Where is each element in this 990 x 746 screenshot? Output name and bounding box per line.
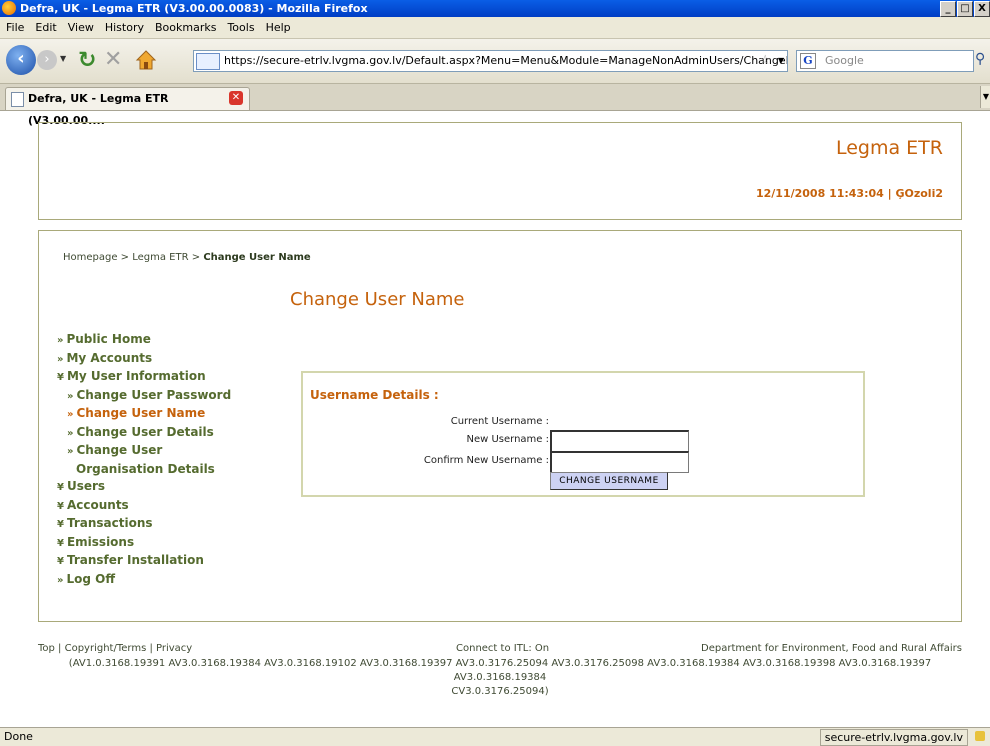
page-identity-icon[interactable] [196,53,220,70]
menu-history[interactable]: History [99,17,149,34]
maximize-button[interactable]: □ [957,1,973,17]
search-input[interactable]: Google [825,51,864,71]
tab-bar: Defra, UK - Legma ETR (V3.00.00.... ✕ [0,84,990,127]
search-icon[interactable]: ⚲ [975,51,985,67]
breadcrumb: Homepage > Legma ETR > Change User Name [63,252,311,263]
change-username-button[interactable]: CHANGE USERNAME [550,472,668,490]
nav-transfer-installation[interactable]: ¥ Transfer Installation [57,552,257,571]
menu-bookmarks[interactable]: Bookmarks [149,17,221,34]
minimize-button[interactable]: _ [940,1,956,17]
nav-public-home[interactable]: » Public Home [57,331,257,350]
nav-change-user-name[interactable]: » Change User Name [57,405,257,424]
footer-links[interactable]: Top | Copyright/Terms | Privacy [38,643,192,654]
menu-view[interactable]: View [62,17,99,34]
nav-users[interactable]: ¥ Users [57,478,257,497]
reload-icon[interactable]: ↻ [78,48,96,73]
nav-transactions[interactable]: ¥ Transactions [57,515,257,534]
form-heading: Username Details : [310,388,439,402]
version-info: (AV1.0.3168.19391 AV3.0.3168.19384 AV3.0… [38,657,962,699]
page-title: Change User Name [290,289,465,310]
confirm-username-label: Confirm New Username : [423,455,549,466]
confirm-username-input[interactable] [550,451,689,473]
window-title: Defra, UK - Legma ETR (V3.00.00.0083) - … [20,2,368,15]
home-icon[interactable] [135,49,157,71]
menu-file[interactable]: File [0,17,29,34]
firefox-icon [2,1,16,15]
sidebar-nav: » Public Home » My Accounts ¥ My User Infor… [57,331,257,589]
nav-change-user-organisation-details-line2[interactable]: Organisation Details [57,461,257,479]
nav-emissions[interactable]: ¥ Emissions [57,534,257,553]
breadcrumb-current: Change User Name [203,252,311,263]
breadcrumb-path[interactable]: Homepage > Legma ETR > [63,252,203,263]
tab-legma-etr[interactable]: Defra, UK - Legma ETR (V3.00.00.... ✕ [5,87,250,127]
page-icon [11,92,24,107]
nav-change-user-organisation-details[interactable]: » Change User [57,442,257,461]
itl-status: Connect to ITL: On [456,643,550,654]
site-host[interactable]: secure-etrlv.lvgma.gov.lv [819,729,968,746]
nav-my-user-information[interactable]: ¥ My User Information [57,368,257,387]
main-content: Homepage > Legma ETR > Change User Name … [38,230,962,622]
nav-change-user-password[interactable]: » Change User Password [57,387,257,406]
window-titlebar: Defra, UK - Legma ETR (V3.00.00.0083) - … [0,0,990,17]
back-button[interactable]: ‹ [6,45,36,75]
nav-accounts[interactable]: ¥ Accounts [57,497,257,516]
search-engine-icon[interactable]: G [800,53,816,69]
menu-edit[interactable]: Edit [29,17,61,34]
bookmark-star-icon[interactable]: ☆ [759,51,771,71]
version-line-1: (AV1.0.3168.19391 AV3.0.3168.19384 AV3.0… [68,658,932,683]
new-username-input[interactable] [550,430,689,452]
close-tab-icon[interactable]: ✕ [229,91,243,105]
nav-log-off[interactable]: » Log Off [57,571,257,590]
session-timestamp-user: 12/11/2008 11:43:04 | ĢOzoli2 [755,187,943,200]
url-dropdown-icon[interactable]: ▼ [778,51,784,71]
menu-help[interactable]: Help [260,17,296,34]
version-line-2: CV3.0.3176.25094) [451,686,549,697]
username-details-form: Username Details : Current Username : Ne… [301,371,865,497]
stop-icon[interactable]: ✕ [104,47,122,72]
close-window-button[interactable]: X [974,1,990,17]
menubar: File Edit View History Bookmarks Tools Help [0,17,990,39]
lock-icon[interactable] [975,731,985,741]
navigation-toolbar: ‹ › ▼ ↻ ✕ https://secure-etrlv.lvgma.gov… [0,39,990,84]
url-text: https://secure-etrlv.lvgma.gov.lv/Defaul… [224,54,788,67]
status-bar: Done secure-etrlv.lvgma.gov.lv [0,727,990,746]
status-text: Done [4,730,33,743]
history-dropdown-icon[interactable]: ▼ [60,54,66,63]
nav-change-user-details[interactable]: » Change User Details [57,424,257,443]
nav-my-accounts[interactable]: » My Accounts [57,350,257,369]
tab-list-dropdown-icon[interactable]: ▼ [980,86,990,108]
current-username-label: Current Username : [450,416,549,427]
search-box[interactable]: G Google [796,50,974,72]
site-header: Legma ETR 12/11/2008 11:43:04 | ĢOzoli2 [38,122,962,220]
site-brand: Legma ETR [835,137,943,159]
menu-tools[interactable]: Tools [221,17,259,34]
url-bar[interactable]: https://secure-etrlv.lvgma.gov.lv/Defaul… [193,50,788,72]
department-name: Department for Environment, Food and Rur… [701,643,962,654]
forward-button[interactable]: › [37,50,57,70]
new-username-label: New Username : [466,434,549,445]
